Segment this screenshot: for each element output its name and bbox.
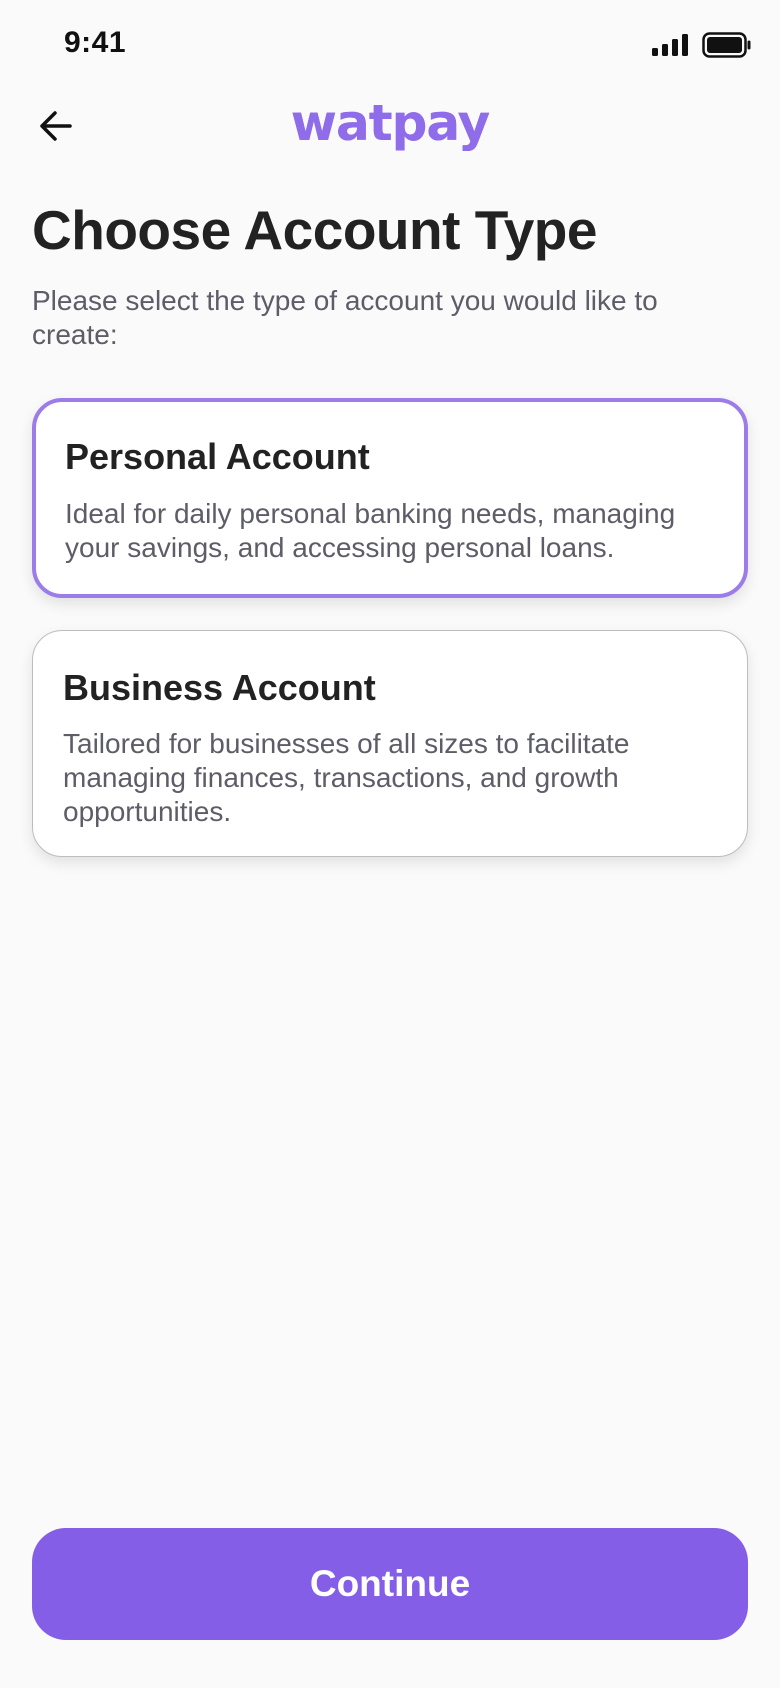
business-account-card[interactable]: Business Account Tailored for businesses… [32, 630, 748, 857]
status-time: 9:41 [64, 26, 127, 59]
business-account-title: Business Account [63, 667, 376, 708]
personal-account-card[interactable]: Personal Account Ideal for daily persona… [32, 398, 748, 598]
status-bar: 9:41 [0, 0, 780, 92]
page-subtitle: Please select the type of account you wo… [32, 285, 658, 350]
personal-account-description: Ideal for daily personal banking needs, … [65, 498, 676, 563]
business-account-description: Tailored for businesses of all sizes to … [63, 728, 630, 827]
battery-full-icon [702, 32, 751, 58]
cellular-signal-icon [652, 34, 688, 56]
page-title: Choose Account Type [32, 199, 598, 261]
app-header: watpay [0, 92, 780, 172]
personal-account-title: Personal Account [65, 436, 370, 477]
brand-logo: watpay [0, 94, 780, 152]
continue-button[interactable]: Continue [32, 1528, 748, 1640]
brand-name: watpay [290, 94, 490, 152]
